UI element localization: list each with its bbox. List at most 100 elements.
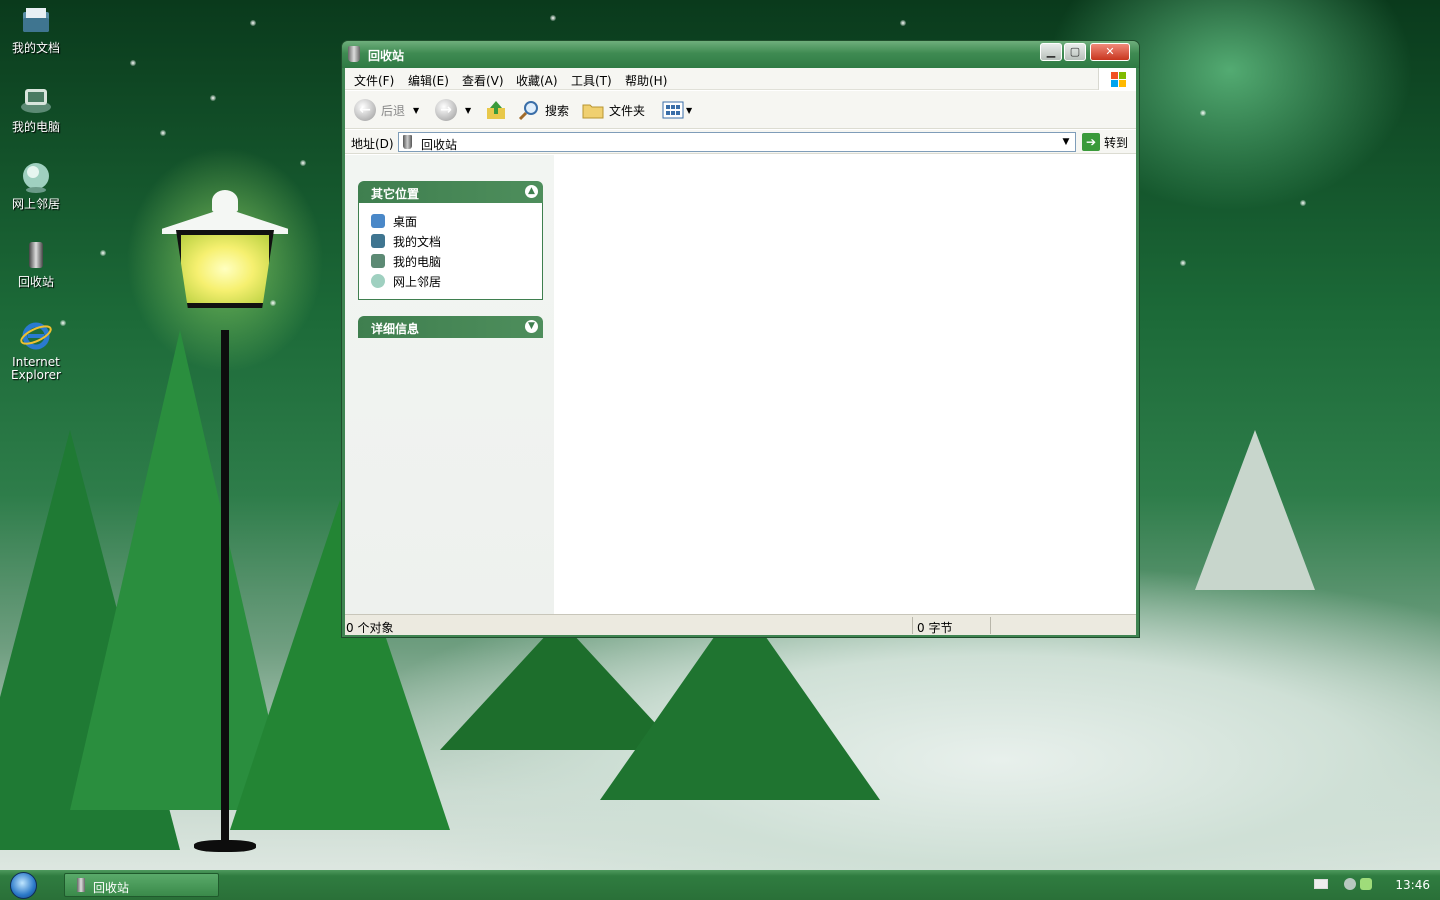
standard-toolbar: ← 后退 ▼ → ▼ 搜索 文件夹 ▼ [345,91,1136,129]
snowflake [250,20,256,26]
snowflake [550,15,556,21]
panel-title: 其它位置 [371,187,420,201]
snowflake [1200,110,1206,116]
place-label: 桌面 [393,214,418,229]
desktop-icon-label: 回收站 [17,275,54,289]
snowy-tree [1195,430,1315,590]
menu-view[interactable]: 查看(V) [462,72,504,89]
chevron-down-icon: ▼ [413,105,420,115]
search-button[interactable]: 搜索 [517,98,569,122]
desktop-icon-my-computer[interactable]: 我的电脑 [0,83,72,134]
place-label: 网上邻居 [393,274,442,289]
desktop-icon-my-documents[interactable]: 我的文档 [0,4,72,55]
window-titlebar[interactable]: 回收站 ▁ ▢ ✕ [342,41,1139,68]
other-places-header[interactable]: 其它位置 ▲ [358,181,543,203]
system-tray: 13:46 [1310,870,1440,900]
folders-label: 文件夹 [609,103,646,118]
recycle-bin-icon [29,242,43,268]
up-folder-button[interactable] [485,98,507,122]
taskbar-item-recycle-bin[interactable]: 回收站 [64,873,219,897]
keyboard-icon[interactable] [1314,879,1328,889]
status-divider [990,617,991,634]
my-documents-icon [371,234,385,248]
place-my-computer[interactable]: 我的电脑 [371,251,542,271]
maximize-button[interactable]: ▢ [1064,43,1086,61]
windows-logo-icon [1098,68,1136,90]
file-list-area[interactable] [554,155,1136,614]
views-button[interactable]: ▼ [662,98,692,122]
search-label: 搜索 [545,103,570,118]
chevron-down-icon[interactable]: ▼ [525,320,538,333]
snowflake [300,160,306,166]
forward-arrow-icon: → [435,99,457,121]
desktop-icon-recycle-bin[interactable]: 回收站 [0,238,72,289]
recycle-bin-icon [403,135,412,149]
my-computer-icon [371,254,385,268]
place-my-documents[interactable]: 我的文档 [371,231,542,251]
address-input[interactable]: 回收站 ▼ [398,132,1076,152]
snowflake [900,20,906,26]
back-button[interactable]: ← 后退 ▼ [354,98,419,122]
street-lamp-base [194,840,256,852]
other-places-list: 桌面 我的文档 我的电脑 网上邻居 [358,203,543,300]
address-label: 地址(D) [351,137,394,151]
snowflake [1180,260,1186,266]
content-area: 其它位置 ▲ 桌面 我的文档 我的电脑 网上邻居 详细信息 ▼ [345,155,1136,614]
menu-file[interactable]: 文件(F) [354,72,394,89]
search-icon [518,101,538,121]
taskbar-item-label: 回收站 [93,881,130,895]
chevron-down-icon[interactable]: ▼ [1059,135,1073,149]
back-label: 后退 [381,103,406,118]
street-lamp [162,190,288,320]
my-computer-icon [21,89,51,113]
recycle-bin-icon [348,46,360,62]
place-desktop[interactable]: 桌面 [371,211,542,231]
status-divider [912,617,913,634]
chevron-down-icon: ▼ [465,105,472,115]
safely-remove-icon[interactable] [1360,878,1372,890]
taskbar: 回收站 13:46 [0,870,1440,900]
folders-button[interactable]: 文件夹 [581,98,645,122]
clock[interactable]: 13:46 [1395,878,1430,892]
snowflake [1300,200,1306,206]
status-bar: 0 个对象 0 字节 [345,614,1136,635]
details-header[interactable]: 详细信息 ▼ [358,316,543,338]
chevron-up-icon[interactable]: ▲ [525,185,538,198]
address-value: 回收站 [421,138,458,152]
menu-bar: 文件(F) 编辑(E) 查看(V) 收藏(A) 工具(T) 帮助(H) [345,68,1136,90]
address-bar: 地址(D) 回收站 ▼ ➔ 转到 [345,130,1136,154]
place-label: 我的电脑 [393,254,442,269]
status-object-count: 0 个对象 [346,621,394,635]
desktop-icon-internet-explorer[interactable]: Internet Explorer [0,318,72,382]
details-panel: 详细信息 ▼ [358,316,543,338]
go-button[interactable]: ➔ 转到 [1082,132,1128,152]
window-title: 回收站 [368,49,405,63]
minimize-button[interactable]: ▁ [1040,43,1062,61]
window-client-area: 文件(F) 编辑(E) 查看(V) 收藏(A) 工具(T) 帮助(H) ← 后退… [345,68,1136,635]
desktop-icon-label: Internet Explorer [11,355,61,382]
menu-tools[interactable]: 工具(T) [571,72,612,89]
start-button[interactable] [10,872,37,899]
desktop-icon-network-places[interactable]: 网上邻居 [0,160,72,211]
close-button[interactable]: ✕ [1090,43,1130,61]
forward-button[interactable]: → ▼ [435,98,471,122]
menu-favorites[interactable]: 收藏(A) [516,72,558,89]
task-pane: 其它位置 ▲ 桌面 我的文档 我的电脑 网上邻居 详细信息 ▼ [345,155,554,614]
internet-explorer-icon [20,322,52,350]
network-icon[interactable] [1344,878,1356,890]
network-places-icon [371,274,385,288]
desktop-icon-label: 我的文档 [11,41,60,55]
menu-edit[interactable]: 编辑(E) [408,72,449,89]
place-network-places[interactable]: 网上邻居 [371,271,542,291]
snowflake [160,130,166,136]
other-places-panel: 其它位置 ▲ 桌面 我的文档 我的电脑 网上邻居 [358,181,543,300]
desktop-icon-label: 我的电脑 [11,120,60,134]
snowflake [130,60,136,66]
menu-help[interactable]: 帮助(H) [625,72,667,89]
desktop-icon [371,214,385,228]
recycle-bin-window: 回收站 ▁ ▢ ✕ 文件(F) 编辑(E) 查看(V) 收藏(A) 工具(T) … [341,40,1140,638]
up-folder-icon [487,101,505,119]
desktop-icon-label: 网上邻居 [11,197,60,211]
go-arrow-icon: ➔ [1082,133,1100,151]
panel-title: 详细信息 [371,322,420,336]
